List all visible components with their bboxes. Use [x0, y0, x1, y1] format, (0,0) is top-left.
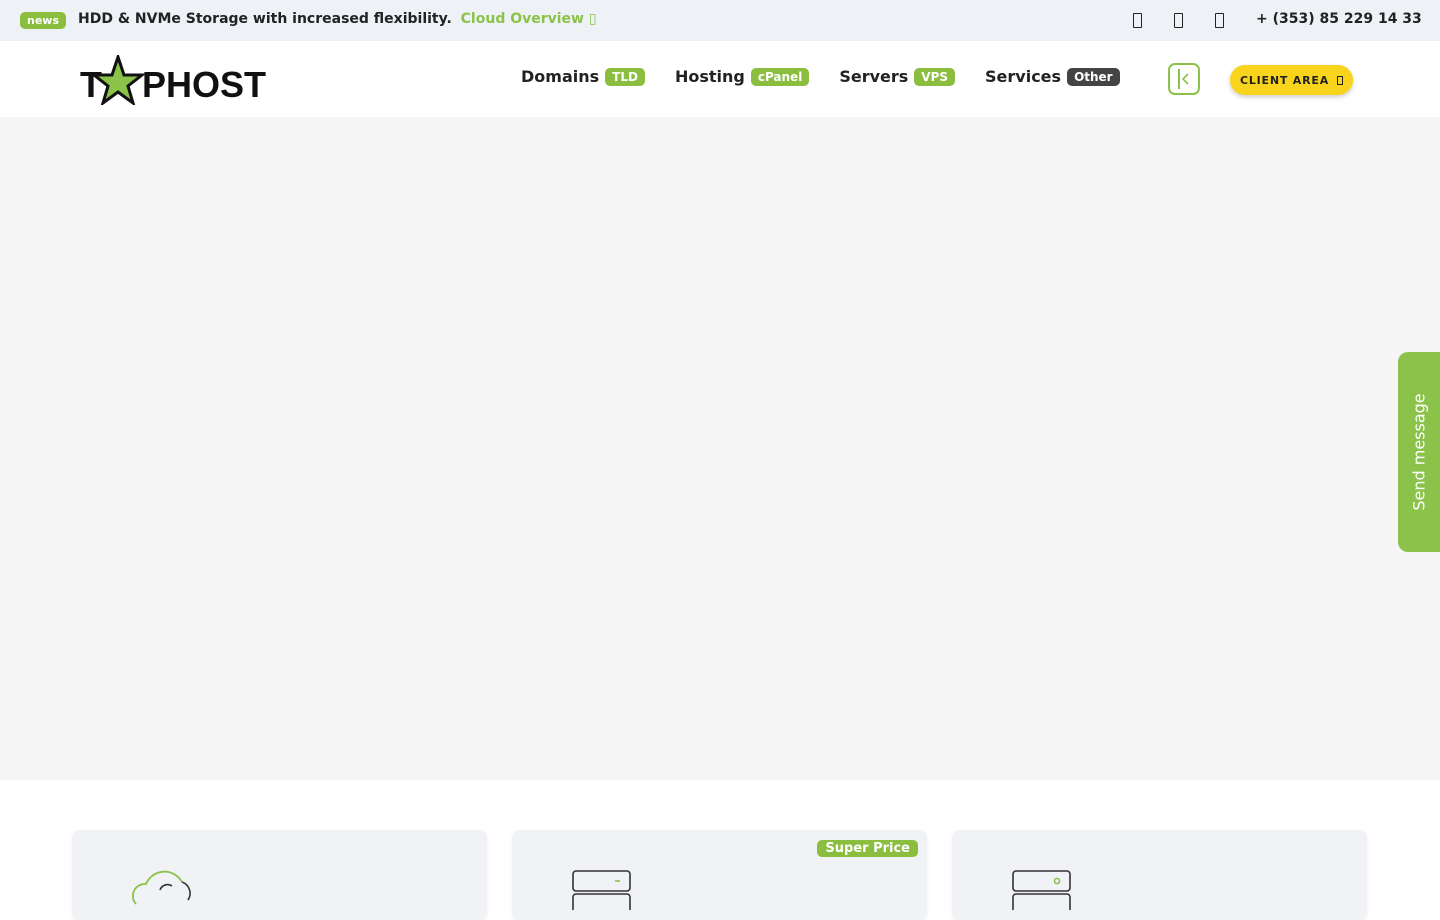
send-message-tab[interactable]: Send message	[1398, 352, 1440, 552]
nav-servers[interactable]: Servers VPS	[839, 67, 956, 86]
nav-domains-badge: TLD	[605, 67, 645, 86]
top-announcement-bar: news HDD & NVMe Storage with increased f…	[0, 0, 1440, 41]
side-panel-toggle-button[interactable]	[1168, 63, 1200, 95]
main-header: T PHOST Domains TLD Hosting cPanel Serve…	[0, 41, 1440, 117]
mobile-icon[interactable]	[1171, 10, 1186, 30]
phone-number[interactable]: + (353) 85 229 14 33	[1256, 11, 1422, 27]
nav-hosting-badge: cPanel	[750, 67, 810, 86]
news-message: HDD & NVMe Storage with increased flexib…	[78, 11, 597, 27]
nav-servers-badge: VPS	[914, 67, 956, 86]
super-price-badge: Super Price	[817, 840, 918, 857]
nav-services-label: Services	[985, 67, 1062, 86]
client-area-button[interactable]: CLIENT AREA	[1230, 65, 1353, 95]
news-badge: news	[20, 12, 67, 29]
nav-domains[interactable]: Domains TLD	[521, 67, 645, 86]
nav-domains-label: Domains	[521, 67, 600, 86]
cloud-icon	[132, 870, 191, 905]
nav-services[interactable]: Services Other	[985, 67, 1120, 86]
news-message-text: HDD & NVMe Storage with increased flexib…	[78, 11, 452, 27]
chevron-left-icon	[1181, 73, 1189, 85]
main-navigation: Domains TLD Hosting cPanel Servers VPS S…	[521, 67, 1150, 86]
product-card-server[interactable]: Super Price	[512, 830, 927, 920]
cloud-overview-link-label: Cloud Overview	[460, 11, 584, 27]
product-card-dedicated[interactable]	[952, 830, 1367, 920]
cloud-overview-link[interactable]: Cloud Overview ▯	[461, 11, 597, 27]
nav-hosting-label: Hosting	[674, 67, 745, 86]
login-icon	[1337, 75, 1344, 85]
hero-banner	[0, 117, 1440, 780]
nav-servers-label: Servers	[839, 67, 909, 86]
nav-hosting[interactable]: Hosting cPanel	[674, 67, 810, 86]
svg-text:PHOST: PHOST	[142, 64, 266, 105]
nav-services-badge: Other	[1067, 67, 1120, 86]
server-icon	[1012, 870, 1071, 910]
top-icon-group	[1130, 10, 1227, 30]
arrow-icon: ▯	[588, 11, 597, 27]
server-icon	[572, 870, 631, 910]
tophost-logo[interactable]: T PHOST	[80, 52, 266, 107]
mobile-icon[interactable]	[1130, 10, 1145, 30]
send-message-label: Send message	[1409, 393, 1429, 511]
client-area-label: CLIENT AREA	[1239, 73, 1330, 87]
product-card-cloud[interactable]	[72, 830, 487, 920]
mobile-icon[interactable]	[1212, 10, 1227, 30]
svg-text:T: T	[80, 64, 102, 105]
